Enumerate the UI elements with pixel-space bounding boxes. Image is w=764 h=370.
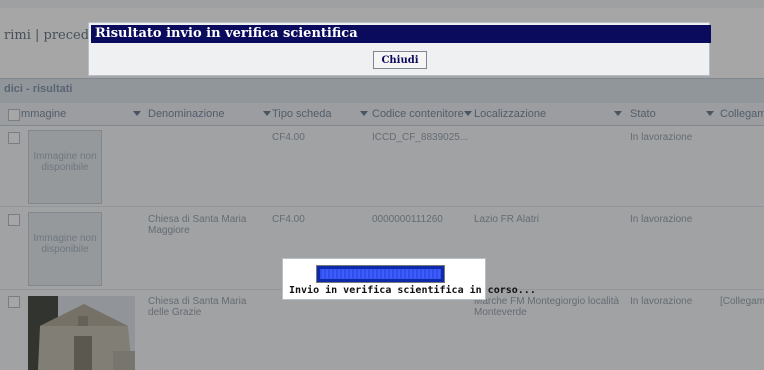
dialog-title: Risultato invio in verifica scientifica — [91, 25, 711, 43]
app-frame: rimi | precede dici - risultati Immagine… — [0, 0, 764, 370]
result-dialog: Risultato invio in verifica scientifica … — [88, 22, 711, 76]
progress-message: Invio in verifica scientifica in corso..… — [289, 285, 536, 296]
close-button[interactable]: Chiudi — [373, 51, 427, 69]
progress-bar — [316, 265, 445, 283]
progress-bar-fill — [320, 269, 441, 279]
progress-dialog: Invio in verifica scientifica in corso..… — [282, 258, 536, 300]
